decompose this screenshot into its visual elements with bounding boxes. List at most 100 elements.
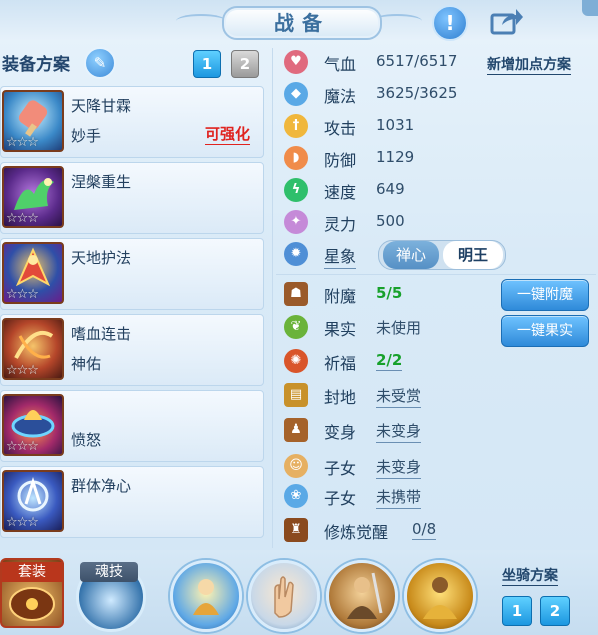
golden-warrior-icon: [423, 577, 457, 619]
skill-name: 天地护法: [71, 249, 132, 267]
column-divider: [272, 48, 273, 548]
popsicle-icon: ☆☆☆: [2, 90, 64, 152]
skill-stars: ☆☆☆: [6, 363, 39, 378]
extra-label: 果实: [324, 320, 357, 339]
skill-sub: 神佑: [71, 355, 102, 373]
cultivation-icon: ♜: [284, 518, 308, 542]
skill-card[interactable]: ☆☆☆ 愤怒: [0, 390, 264, 462]
stat-value: 500: [376, 212, 405, 230]
extra-label: 子女: [324, 459, 357, 478]
star-icon: ✹: [284, 242, 308, 266]
monk-icon: [193, 579, 219, 615]
extra-label: 变身: [324, 423, 357, 442]
skill-name: 群体净心: [71, 477, 132, 495]
constellation-option-chanxin[interactable]: 禅心: [383, 241, 439, 269]
stat-value: 1031: [376, 116, 415, 134]
skill-name: 嗜血连击: [71, 325, 132, 343]
enhance-link[interactable]: 可强化: [205, 123, 251, 145]
skill-card[interactable]: ☆☆☆ 天降甘霖 妙手 可强化: [0, 86, 264, 158]
extra-value[interactable]: 未携带: [376, 486, 422, 509]
equipment-plan-title: 装备方案: [2, 55, 70, 75]
skill-card[interactable]: ☆☆☆ 天地护法: [0, 238, 264, 310]
stat-value: 649: [376, 180, 405, 198]
stat-label: 速度: [324, 183, 357, 202]
phoenix-icon: ☆☆☆: [2, 166, 64, 228]
fruit-icon: ❦: [284, 315, 308, 339]
spirit-icon: ✦: [284, 210, 308, 234]
stat-label: 气血: [324, 55, 357, 74]
purify-icon: ☆☆☆: [2, 470, 64, 532]
corner-tab: [582, 0, 598, 16]
extra-value: 未使用: [376, 319, 422, 337]
section-divider: [276, 274, 596, 275]
share-icon[interactable]: [490, 7, 524, 35]
stat-label: 防御: [324, 151, 357, 170]
stat-value: 3625/3625: [376, 84, 458, 102]
extra-label: 封地: [324, 388, 357, 407]
constellation-label[interactable]: 星象: [324, 243, 357, 269]
mount-plan-tab-2[interactable]: 2: [540, 596, 570, 626]
transform-icon: ♟: [284, 418, 308, 442]
skill-name: 天降甘霖: [71, 97, 132, 115]
warrior-icon: [347, 572, 383, 619]
mount-slot-4[interactable]: [404, 560, 476, 632]
skill-card[interactable]: ☆☆☆ 涅槃重生: [0, 162, 264, 234]
blessing-icon: ✺: [284, 349, 308, 373]
child-icon: ☺: [284, 454, 308, 478]
title-ornament-left: [176, 14, 226, 28]
extra-label: 附魔: [324, 287, 357, 306]
paw-icon: ❀: [284, 484, 308, 508]
stat-value: 6517/6517: [376, 52, 458, 70]
shield-icon: ◗: [284, 146, 308, 170]
fire-cauldron-icon: ☆☆☆: [2, 394, 64, 456]
pencil-icon[interactable]: ✎: [84, 47, 116, 79]
heart-icon: ♥: [284, 50, 308, 74]
guardian-icon: ☆☆☆: [2, 242, 64, 304]
equipment-plan-tab-2[interactable]: 2: [231, 50, 259, 78]
mount-slot-1[interactable]: [170, 560, 242, 632]
mount-plan-tab-1[interactable]: 1: [502, 596, 532, 626]
extra-value[interactable]: 0/8: [412, 520, 437, 540]
equipment-plan-tab-1[interactable]: 1: [193, 50, 221, 78]
stat-label: 魔法: [324, 87, 357, 106]
mount-slot-2[interactable]: [248, 560, 320, 632]
suit-button[interactable]: 套装: [0, 558, 64, 628]
mana-icon: ◆: [284, 82, 308, 106]
add-point-plan-link[interactable]: 新增加点方案: [487, 54, 571, 75]
mount-plan-title[interactable]: 坐骑方案: [502, 565, 558, 586]
soul-skill-label: 魂技: [80, 562, 138, 582]
skill-sub: 妙手: [71, 127, 102, 145]
enchant-icon: ☗: [284, 282, 308, 306]
extra-label: 修炼觉醒: [324, 523, 389, 542]
extra-value[interactable]: 2/2: [376, 351, 403, 371]
lightning-icon: ϟ: [284, 178, 308, 202]
page-title: 战备: [222, 6, 382, 40]
suit-label: 套装: [2, 562, 62, 582]
extra-value[interactable]: 未受赏: [376, 385, 422, 408]
skill-stars: ☆☆☆: [6, 515, 39, 530]
skill-stars: ☆☆☆: [6, 287, 39, 302]
blood-strike-icon: ☆☆☆: [2, 318, 64, 380]
mount-slot-3[interactable]: [326, 560, 398, 632]
constellation-option-mingwang[interactable]: 明王: [443, 241, 503, 269]
skill-name: 涅槃重生: [71, 173, 132, 191]
stat-label: 攻击: [324, 119, 357, 138]
extra-value[interactable]: 未变身: [376, 456, 422, 479]
exclamation-icon[interactable]: !: [432, 5, 468, 41]
skill-stars: ☆☆☆: [6, 211, 39, 226]
cauldron-icon: [9, 587, 55, 621]
skill-stars: ☆☆☆: [6, 439, 39, 454]
sword-icon: †: [284, 114, 308, 138]
extra-value[interactable]: 未变身: [376, 420, 422, 443]
extra-label: 子女: [324, 489, 357, 508]
one-click-fruit-button[interactable]: 一键果实: [501, 315, 589, 347]
constellation-toggle[interactable]: 禅心 明王: [378, 240, 506, 270]
hand-gesture-icon: [274, 576, 294, 618]
skill-sub: 愤怒: [71, 431, 102, 449]
skill-card[interactable]: ☆☆☆ 嗜血连击 神佑: [0, 314, 264, 386]
extra-value: 5/5: [376, 284, 403, 302]
one-click-enchant-button[interactable]: 一键附魔: [501, 279, 589, 311]
fief-icon: ▤: [284, 383, 308, 407]
stat-label: 灵力: [324, 215, 357, 234]
skill-card[interactable]: ☆☆☆ 群体净心: [0, 466, 264, 538]
